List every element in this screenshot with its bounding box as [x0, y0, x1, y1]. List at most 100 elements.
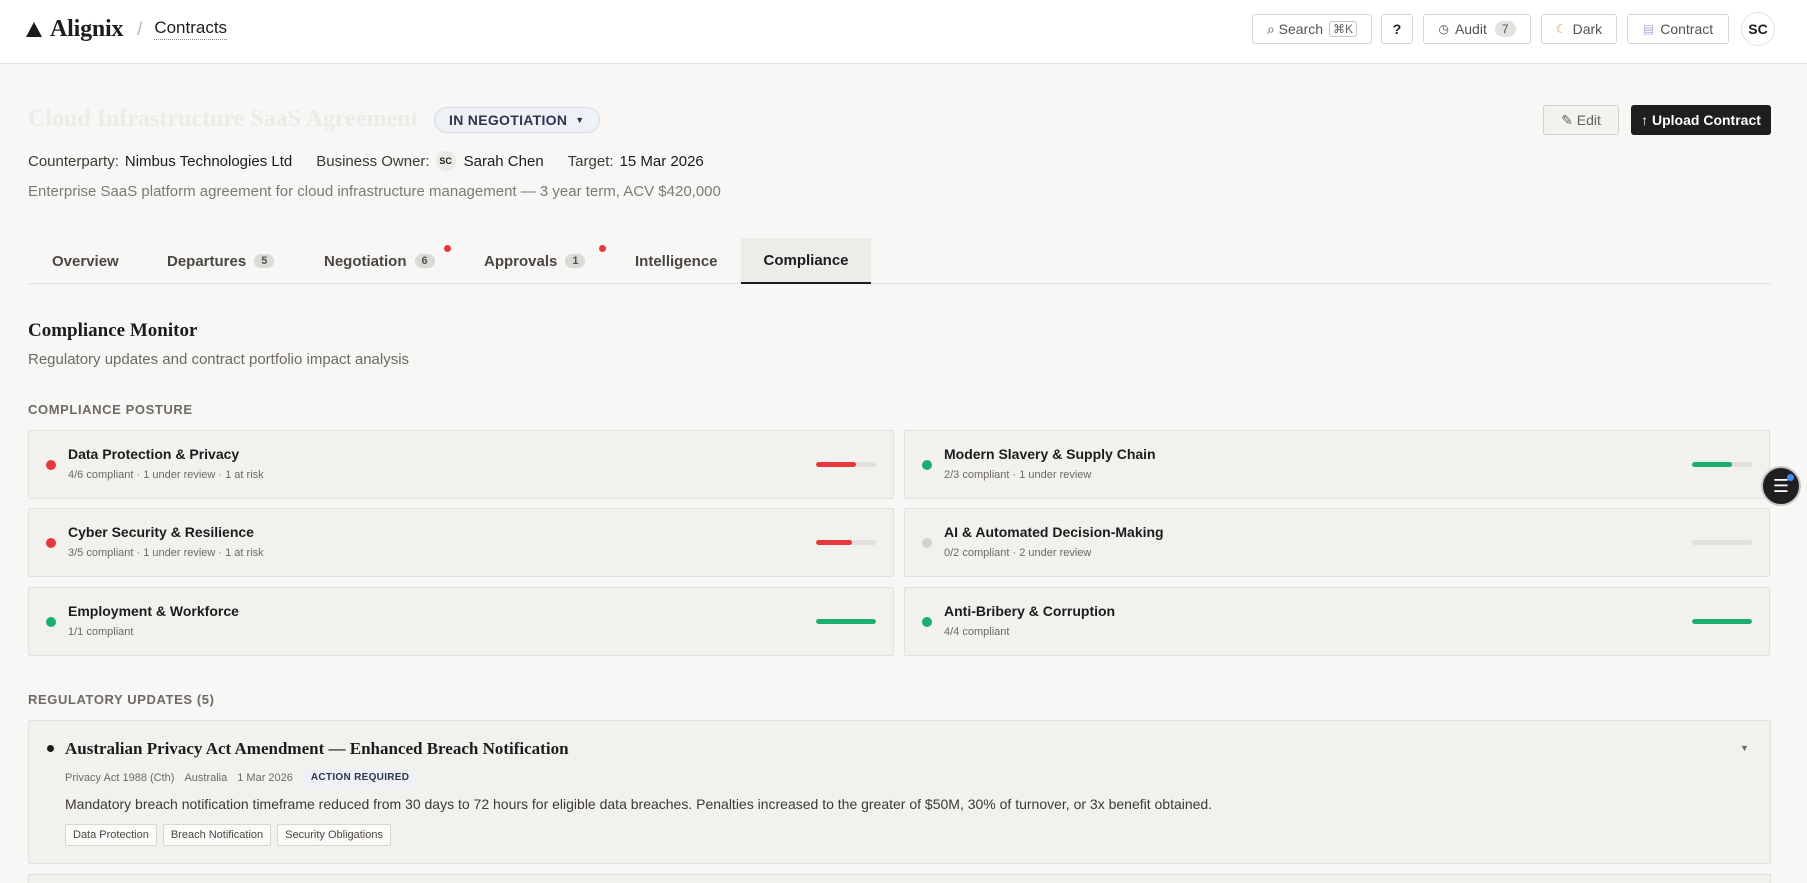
tag-chip[interactable]: Security Obligations [277, 824, 391, 846]
update-title: Australian Privacy Act Amendment — Enhan… [65, 739, 569, 758]
breadcrumb-separator: / [137, 18, 143, 39]
caret-down-icon: ▼ [575, 115, 585, 125]
posture-progress [816, 540, 876, 545]
tab-count: 5 [254, 254, 275, 268]
posture-progress-fill [1692, 462, 1733, 467]
posture-progress [1692, 540, 1752, 545]
tab-label: Negotiation [324, 252, 407, 270]
target-value: 15 Mar 2026 [619, 152, 704, 170]
tab-bar: Overview Departures 5 Negotiation 6 Appr… [28, 238, 1771, 284]
tab-compliance[interactable]: Compliance [741, 238, 871, 284]
update-date: 1 Mar 2026 [237, 771, 293, 784]
dark-label: Dark [1572, 21, 1603, 37]
status-dot [922, 617, 932, 627]
tab-approvals[interactable]: Approvals 1 [484, 238, 606, 284]
posture-card[interactable]: Employment & Workforce 1/1 compliant [28, 587, 894, 656]
posture-name: Data Protection & Privacy [68, 446, 240, 462]
counterparty-label: Counterparty: [28, 152, 119, 170]
brand[interactable]: Alignix / Contracts [26, 14, 228, 44]
action-required-badge: ACTION REQUIRED [302, 769, 418, 786]
audit-button[interactable]: ◷ Audit 7 [1423, 14, 1531, 44]
posture-meta: 0/2 compliant · 2 under review [944, 547, 1092, 559]
tab-label: Departures [167, 252, 247, 270]
menu-fab-button[interactable]: ☰ [1761, 466, 1801, 506]
owner-value: Sarah Chen [463, 152, 544, 170]
dark-mode-toggle[interactable]: ☾ Dark [1541, 14, 1617, 44]
update-body: Mandatory breach notification timeframe … [65, 796, 1213, 812]
chevron-down-icon[interactable]: ▼ [1740, 743, 1749, 753]
posture-card[interactable]: AI & Automated Decision-Making 0/2 compl… [904, 508, 1770, 577]
update-tags: Data Protection Breach Notification Secu… [65, 824, 397, 846]
breadcrumb-contracts[interactable]: Contracts [154, 18, 228, 40]
posture-meta: 3/5 compliant · 1 under review · 1 at ri… [68, 547, 264, 559]
user-avatar[interactable]: SC [1741, 12, 1775, 46]
posture-progress-fill [816, 619, 876, 624]
audit-count: 7 [1494, 21, 1516, 37]
tab-label: Overview [52, 252, 119, 270]
triangle-logo-icon [26, 21, 42, 37]
posture-progress-fill [1692, 619, 1752, 624]
status-dot [922, 460, 932, 470]
posture-meta: 2/3 compliant · 1 under review [944, 469, 1092, 481]
upload-contract-button[interactable]: ↑ Upload Contract [1631, 105, 1771, 135]
target-label: Target: [567, 152, 614, 170]
search-button[interactable]: ⌕ Search ⌘K [1252, 14, 1372, 44]
owner-avatar: SC [435, 151, 456, 171]
updates-heading: REGULATORY UPDATES (5) [28, 692, 215, 707]
moon-icon: ☾ [1555, 22, 1567, 36]
posture-progress [1692, 619, 1752, 624]
posture-card[interactable]: Data Protection & Privacy 4/6 compliant … [28, 430, 894, 499]
search-label: ⌕ Search [1266, 20, 1324, 37]
tab-negotiation[interactable]: Negotiation 6 [324, 238, 451, 284]
tab-count: 1 [565, 254, 586, 268]
help-button[interactable]: ? [1381, 14, 1413, 44]
tab-departures[interactable]: Departures 5 [167, 238, 275, 284]
brand-name: Alignix [50, 15, 124, 42]
document-icon: ▤ [1642, 22, 1655, 36]
regulatory-update-card-next[interactable] [28, 874, 1771, 883]
posture-name: Modern Slavery & Supply Chain [944, 446, 1156, 462]
posture-name: Anti-Bribery & Corruption [944, 603, 1116, 619]
contract-button[interactable]: ▤ Contract [1627, 14, 1729, 44]
posture-progress-fill [816, 462, 857, 467]
status-dot [46, 617, 56, 627]
section-subtitle: Regulatory updates and contract portfoli… [28, 351, 410, 368]
tab-label: Intelligence [635, 252, 718, 270]
posture-meta: 1/1 compliant [68, 626, 134, 638]
edit-button[interactable]: ✎ Edit [1543, 105, 1619, 135]
counterparty-value: Nimbus Technologies Ltd [124, 152, 293, 170]
status-dropdown[interactable]: IN NEGOTIATION ▼ [434, 107, 600, 133]
posture-heading: COMPLIANCE POSTURE [28, 402, 193, 417]
posture-progress [816, 462, 876, 467]
clock-icon: ◷ [1438, 22, 1449, 36]
tag-chip[interactable]: Data Protection [65, 824, 157, 846]
posture-name: AI & Automated Decision-Making [944, 524, 1164, 540]
status-label: IN NEGOTIATION [449, 112, 568, 128]
posture-progress [1692, 462, 1752, 467]
bullet-icon [47, 745, 54, 752]
status-dot [46, 538, 56, 548]
posture-card[interactable]: Modern Slavery & Supply Chain 2/3 compli… [904, 430, 1770, 499]
contract-label: Contract [1660, 21, 1714, 37]
regulatory-update-card[interactable]: Australian Privacy Act Amendment — Enhan… [28, 720, 1771, 864]
update-source: Privacy Act 1988 (Cth) [65, 771, 175, 784]
status-dot [46, 460, 56, 470]
tab-count: 6 [414, 254, 435, 268]
tag-chip[interactable]: Breach Notification [162, 824, 272, 846]
posture-progress [816, 619, 876, 624]
posture-card[interactable]: Anti-Bribery & Corruption 4/4 compliant [904, 587, 1770, 656]
notification-dot [444, 245, 451, 252]
tab-label: Approvals [484, 252, 558, 270]
contract-meta: Counterparty: Nimbus Technologies Ltd Bu… [28, 151, 728, 171]
posture-progress-fill [816, 540, 852, 545]
contract-description: Enterprise SaaS platform agreement for c… [28, 183, 721, 200]
posture-name: Employment & Workforce [68, 603, 239, 619]
tab-intelligence[interactable]: Intelligence [635, 238, 718, 284]
posture-meta: 4/4 compliant [944, 626, 1010, 638]
posture-name: Cyber Security & Resilience [68, 524, 254, 540]
posture-card[interactable]: Cyber Security & Resilience 3/5 complian… [28, 508, 894, 577]
tab-overview[interactable]: Overview [52, 238, 119, 284]
search-shortcut: ⌘K [1329, 21, 1358, 37]
audit-label: Audit [1454, 21, 1487, 37]
tab-label: Compliance [763, 251, 849, 269]
